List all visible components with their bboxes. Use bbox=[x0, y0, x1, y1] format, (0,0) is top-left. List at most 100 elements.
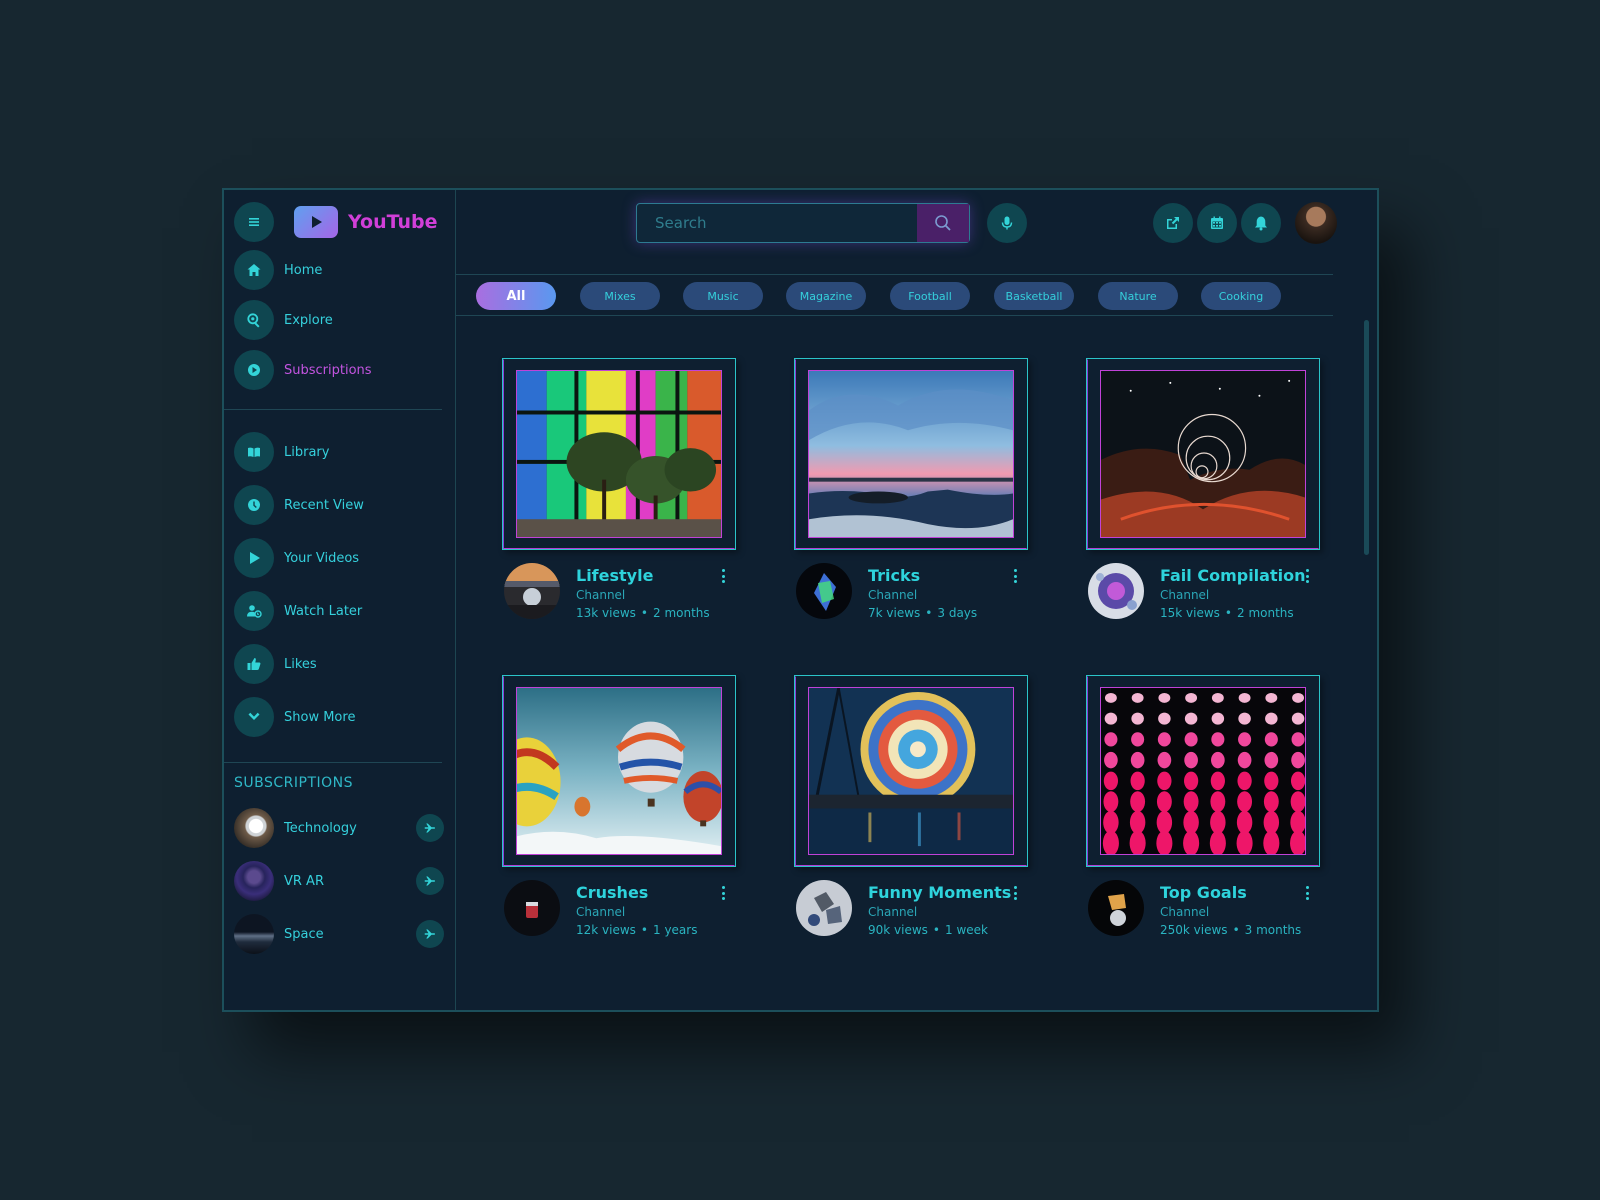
sidebar-item-label: Library bbox=[284, 444, 330, 460]
channel-avatar[interactable] bbox=[796, 563, 852, 619]
chip-basketball[interactable]: Basketball bbox=[994, 282, 1074, 310]
video-thumbnail[interactable] bbox=[516, 687, 722, 855]
chip-magazine[interactable]: Magazine bbox=[786, 282, 866, 310]
video-card[interactable]: Lifestyle Channel 13k views • 2 months bbox=[502, 358, 742, 620]
sidebar-item-label: Subscriptions bbox=[284, 362, 372, 378]
chip-cooking[interactable]: Cooking bbox=[1201, 282, 1281, 310]
scrollbar[interactable] bbox=[1364, 320, 1369, 555]
video-thumbnail[interactable] bbox=[808, 687, 1014, 855]
sidebar-item-recent-view[interactable]: Recent View bbox=[234, 485, 364, 525]
subscriptions-icon bbox=[234, 350, 274, 390]
sidebar-item-explore[interactable]: Explore bbox=[234, 300, 333, 340]
chip-music[interactable]: Music bbox=[683, 282, 763, 310]
airplane-icon[interactable] bbox=[416, 867, 444, 895]
sidebar-item-label: Home bbox=[284, 262, 323, 278]
meta-separator: • bbox=[640, 606, 648, 620]
subscription-label: Space bbox=[284, 926, 324, 942]
calendar-button[interactable] bbox=[1197, 203, 1237, 243]
thumbs-up-icon bbox=[234, 644, 274, 684]
channel-name[interactable]: Channel bbox=[868, 905, 917, 919]
chip-nature[interactable]: Nature bbox=[1098, 282, 1178, 310]
channel-name[interactable]: Channel bbox=[1160, 905, 1209, 919]
meta-separator: • bbox=[1224, 606, 1232, 620]
upload-age: 1 week bbox=[945, 923, 988, 937]
channel-avatar[interactable] bbox=[504, 880, 560, 936]
upload-button[interactable] bbox=[1153, 203, 1193, 243]
menu-button[interactable] bbox=[234, 202, 274, 242]
video-title[interactable]: Top Goals bbox=[1160, 883, 1247, 902]
sidebar-item-library[interactable]: Library bbox=[234, 432, 329, 472]
video-card[interactable]: Funny Moments Channel 90k views • 1 week bbox=[794, 675, 1034, 937]
view-count: 90k views bbox=[868, 923, 928, 937]
sidebar-show-more[interactable]: Show More bbox=[234, 697, 355, 737]
thumbnail-frame bbox=[502, 675, 736, 867]
channel-avatar[interactable] bbox=[1088, 880, 1144, 936]
watch-later-icon bbox=[234, 591, 274, 631]
meta-separator: • bbox=[640, 923, 648, 937]
video-card[interactable]: Crushes Channel 12k views • 1 years bbox=[502, 675, 742, 937]
search-input[interactable] bbox=[637, 204, 917, 242]
view-count: 7k views bbox=[868, 606, 921, 620]
video-thumbnail[interactable] bbox=[1100, 370, 1306, 538]
hamburger-icon bbox=[249, 218, 259, 226]
play-icon bbox=[234, 538, 274, 578]
airplane-icon[interactable] bbox=[416, 920, 444, 948]
logo[interactable]: YouTube bbox=[294, 206, 437, 238]
clock-icon bbox=[234, 485, 274, 525]
upload-age: 2 months bbox=[1237, 606, 1294, 620]
sidebar-item-label: Watch Later bbox=[284, 603, 363, 619]
subscription-item-vr-ar[interactable]: VR AR bbox=[234, 861, 444, 901]
video-title[interactable]: Lifestyle bbox=[576, 566, 653, 585]
sidebar-divider bbox=[224, 762, 442, 763]
video-card[interactable]: Fail Compilation Channel 15k views • 2 mon… bbox=[1086, 358, 1326, 620]
channel-name[interactable]: Channel bbox=[868, 588, 917, 602]
microphone-button[interactable] bbox=[987, 203, 1027, 243]
video-card[interactable]: Tricks Channel 7k views • 3 days bbox=[794, 358, 1034, 620]
app-title: YouTube bbox=[348, 211, 438, 233]
meta-separator: • bbox=[925, 606, 933, 620]
header-actions bbox=[1153, 202, 1337, 244]
channel-name[interactable]: Channel bbox=[576, 588, 625, 602]
more-options-icon[interactable] bbox=[1302, 566, 1312, 586]
chip-mixes[interactable]: Mixes bbox=[580, 282, 660, 310]
chip-all[interactable]: All bbox=[476, 282, 556, 310]
sidebar-item-subscriptions[interactable]: Subscriptions bbox=[234, 350, 372, 390]
more-options-icon[interactable] bbox=[1010, 883, 1020, 903]
channel-name[interactable]: Channel bbox=[576, 905, 625, 919]
subscription-item-space[interactable]: Space bbox=[234, 914, 444, 954]
airplane-icon[interactable] bbox=[416, 814, 444, 842]
more-options-icon[interactable] bbox=[718, 566, 728, 586]
video-thumbnail[interactable] bbox=[516, 370, 722, 538]
video-title[interactable]: Fail Compilation bbox=[1160, 566, 1305, 585]
home-icon bbox=[234, 250, 274, 290]
video-title[interactable]: Tricks bbox=[868, 566, 920, 585]
explore-icon bbox=[234, 300, 274, 340]
sidebar-item-label: Your Videos bbox=[284, 550, 360, 566]
subscription-item-technology[interactable]: Technology bbox=[234, 808, 444, 848]
channel-avatar[interactable] bbox=[796, 880, 852, 936]
sidebar-item-label: Recent View bbox=[284, 497, 364, 513]
search-bar bbox=[636, 203, 970, 243]
more-options-icon[interactable] bbox=[1010, 566, 1020, 586]
chip-football[interactable]: Football bbox=[890, 282, 970, 310]
video-thumbnail[interactable] bbox=[1100, 687, 1306, 855]
sidebar-item-home[interactable]: Home bbox=[234, 250, 322, 290]
upload-age: 3 months bbox=[1244, 923, 1302, 937]
user-avatar[interactable] bbox=[1295, 202, 1337, 244]
video-title[interactable]: Crushes bbox=[576, 883, 648, 902]
video-title[interactable]: Funny Moments bbox=[868, 883, 1011, 902]
channel-name[interactable]: Channel bbox=[1160, 588, 1209, 602]
notifications-button[interactable] bbox=[1241, 203, 1281, 243]
channel-avatar[interactable] bbox=[1088, 563, 1144, 619]
category-chips: All Mixes Music Magazine Football Basket… bbox=[456, 274, 1333, 316]
video-card[interactable]: Top Goals Channel 250k views • 3 months bbox=[1086, 675, 1326, 937]
sidebar-item-your-videos[interactable]: Your Videos bbox=[234, 538, 359, 578]
more-options-icon[interactable] bbox=[1302, 883, 1312, 903]
sidebar-item-watch-later[interactable]: Watch Later bbox=[234, 591, 362, 631]
sidebar-item-likes[interactable]: Likes bbox=[234, 644, 317, 684]
video-meta: 90k views • 1 week bbox=[868, 923, 988, 937]
video-thumbnail[interactable] bbox=[808, 370, 1014, 538]
more-options-icon[interactable] bbox=[718, 883, 728, 903]
search-button[interactable] bbox=[917, 204, 969, 242]
channel-avatar[interactable] bbox=[504, 563, 560, 619]
